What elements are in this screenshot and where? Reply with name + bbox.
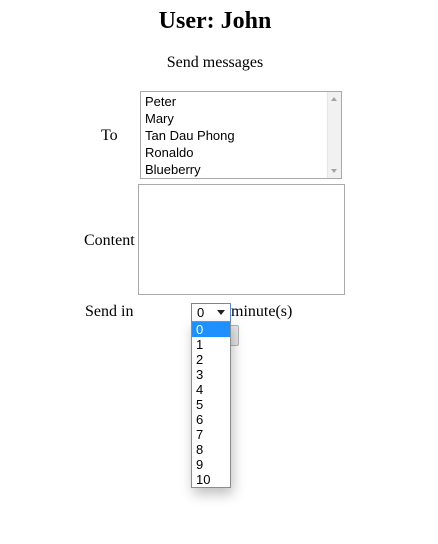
recipient-option[interactable]: Tan Dau Phong [145, 127, 235, 144]
dropdown-option[interactable]: 7 [192, 427, 230, 442]
minutes-unit-label: minute(s) [231, 303, 293, 320]
page-title: User: John [158, 8, 272, 34]
dropdown-option[interactable]: 4 [192, 382, 230, 397]
dropdown-option[interactable]: 6 [192, 412, 230, 427]
send-in-selected-value: 0 [197, 305, 205, 320]
dropdown-option[interactable]: 1 [192, 337, 230, 352]
dropdown-option[interactable]: 3 [192, 367, 230, 382]
dropdown-option[interactable]: 9 [192, 457, 230, 472]
to-label: To [101, 127, 118, 144]
send-in-select[interactable]: 0 [191, 303, 231, 322]
dropdown-option[interactable]: 0 [192, 322, 230, 337]
recipient-option[interactable]: Ronaldo [145, 144, 193, 161]
recipient-option[interactable]: Blueberry [145, 161, 201, 178]
chevron-down-icon [217, 310, 225, 315]
listbox-scrollbar[interactable] [327, 92, 341, 178]
send-in-label: Send in [85, 303, 134, 320]
content-textarea[interactable] [138, 184, 345, 295]
send-in-dropdown[interactable]: 0 1 2 3 4 5 6 7 8 9 10 [191, 321, 231, 488]
page-subtitle: Send messages [166, 54, 264, 71]
dropdown-option[interactable]: 8 [192, 442, 230, 457]
recipient-option[interactable]: Peter [145, 93, 176, 110]
dropdown-option[interactable]: 2 [192, 352, 230, 367]
recipient-option[interactable]: Mary [145, 110, 174, 127]
scroll-down-icon[interactable] [331, 169, 337, 173]
dropdown-option[interactable]: 10 [192, 472, 230, 487]
recipient-listbox[interactable]: Peter Mary Tan Dau Phong Ronaldo Blueber… [140, 91, 342, 179]
content-label: Content [84, 232, 135, 249]
scroll-up-icon[interactable] [331, 97, 337, 101]
dropdown-option[interactable]: 5 [192, 397, 230, 412]
